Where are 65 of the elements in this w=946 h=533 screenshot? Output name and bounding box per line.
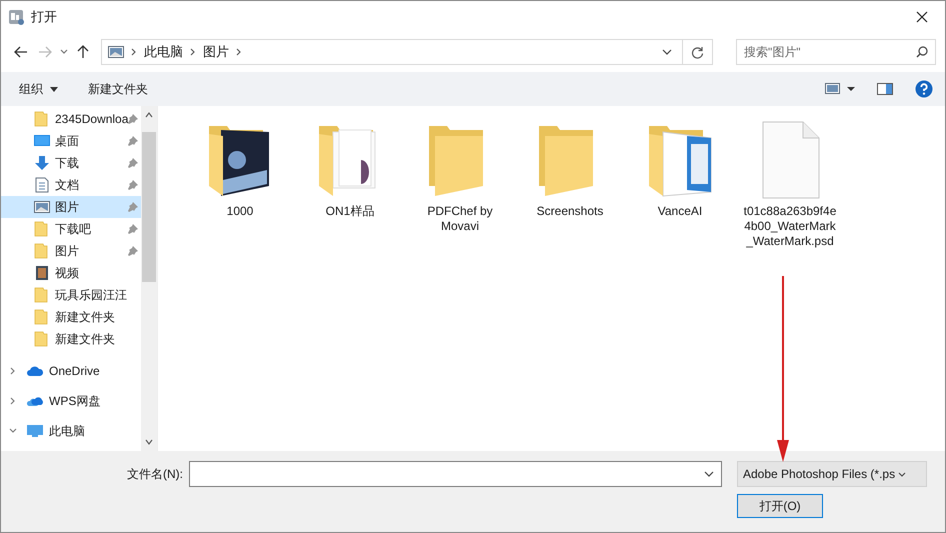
search-icon (916, 46, 928, 58)
document-icon (34, 177, 50, 193)
open-button[interactable]: 打开(O) (737, 494, 823, 518)
chevron-down-icon (898, 472, 906, 476)
refresh-icon (691, 46, 704, 58)
filename-field[interactable] (189, 461, 722, 487)
chevron-right-icon (190, 48, 196, 56)
file-type-dropdown[interactable]: Adobe Photoshop Files (*.ps (737, 461, 927, 487)
file-name[interactable]: t01c88a263b9f4e4b00_WaterMark_WaterMark.psd (742, 204, 838, 249)
sidebar-item[interactable]: 视频 (1, 262, 141, 284)
sidebar-item[interactable]: 下载吧 (1, 218, 141, 240)
chevron-down-icon (60, 49, 68, 55)
new-folder-button[interactable]: 新建文件夹 (80, 76, 156, 102)
up-arrow-icon (77, 45, 89, 59)
close-icon (916, 10, 928, 22)
chevron-right-icon (131, 48, 137, 56)
pictures-icon (34, 199, 50, 215)
chevron-down-icon (662, 49, 672, 55)
preview-pane-icon (877, 83, 893, 95)
pictures-icon (108, 46, 124, 58)
sidebar-item[interactable]: 下载 (1, 152, 141, 174)
folder-icon (34, 221, 50, 237)
back-arrow-icon (14, 46, 28, 58)
folder-icon (34, 287, 50, 303)
sidebar-item[interactable]: 此电脑 (1, 416, 141, 446)
chevron-down-icon (704, 471, 714, 477)
file-name[interactable]: Screenshots (522, 204, 618, 219)
file-name[interactable]: PDFChef by Movavi (412, 204, 508, 234)
filename-label: 文件名(N): (127, 466, 183, 482)
file-name[interactable]: VanceAI (632, 204, 728, 219)
folder-icon (34, 111, 50, 127)
address-bar[interactable]: 此电脑 图片 (101, 39, 683, 65)
sidebar-item[interactable]: 图片 (1, 240, 141, 262)
folder-icon (34, 309, 50, 325)
organize-menu-button[interactable]: 组织 (11, 76, 66, 102)
app-icon (8, 8, 24, 24)
sidebar-item[interactable]: 2345Downloa (1, 108, 141, 130)
sidebar-item[interactable]: 玩具乐园汪汪 (1, 284, 141, 306)
scroll-down-icon (145, 439, 153, 445)
sidebar-item[interactable]: OneDrive (1, 356, 141, 386)
sidebar-item[interactable]: 文档 (1, 174, 141, 196)
sidebar-item[interactable]: 桌面 (1, 130, 141, 152)
sidebar-item[interactable]: WPS网盘 (1, 386, 141, 416)
file-name[interactable]: 1000 (192, 204, 288, 219)
sidebar-item[interactable]: 新建文件夹 (1, 328, 141, 350)
down-arrow-icon (34, 155, 50, 171)
folder-icon (34, 331, 50, 347)
forward-arrow-icon (38, 46, 52, 58)
breadcrumb-item[interactable]: 此电脑 (144, 43, 183, 61)
breadcrumb-item[interactable]: 图片 (203, 43, 229, 61)
search-field[interactable]: 搜索"图片" (736, 39, 936, 65)
monitor-icon (27, 423, 43, 439)
sidebar-item[interactable]: 新建文件夹 (1, 306, 141, 328)
scrollbar-thumb[interactable] (142, 132, 156, 282)
scroll-up-icon (145, 112, 153, 118)
view-picture-icon (825, 83, 855, 95)
film-icon (34, 265, 50, 281)
help-icon (915, 80, 933, 98)
monitor-icon (34, 133, 50, 149)
window-title: 打开 (31, 8, 57, 26)
chevron-right-icon (236, 48, 242, 56)
folder-icon (34, 243, 50, 259)
refresh-button[interactable] (683, 39, 713, 65)
sidebar-item[interactable]: 图片 (1, 196, 141, 218)
file-name[interactable]: ON1样品 (302, 204, 398, 219)
